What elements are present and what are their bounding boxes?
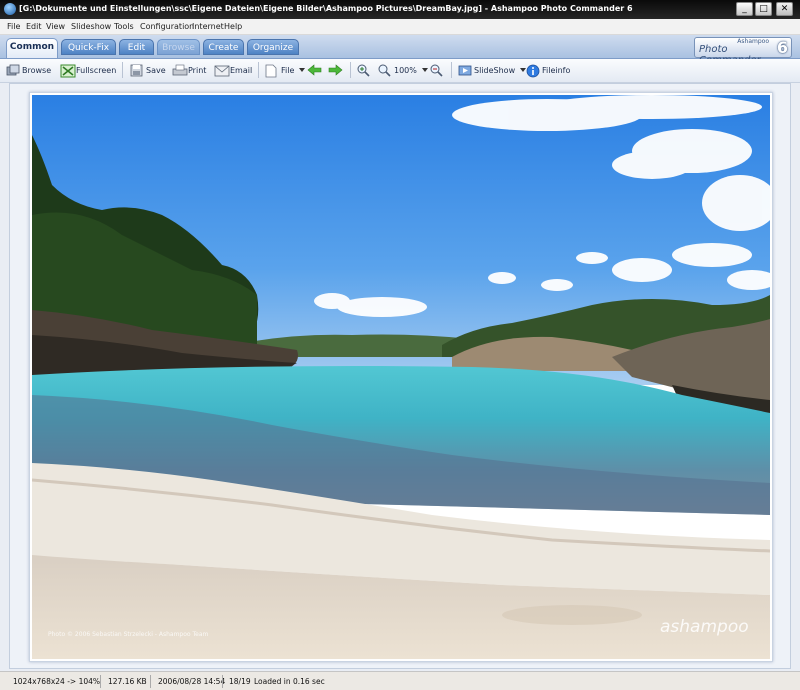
file-menu-button[interactable]: File	[265, 63, 306, 77]
status-dimensions: 1024x768x24 -> 104%	[13, 677, 101, 686]
menu-edit[interactable]: Edit	[26, 22, 42, 31]
browse-button[interactable]: Browse	[6, 63, 51, 77]
menu-tools[interactable]: Tools	[114, 22, 134, 31]
status-file-size: 127.16 KB	[108, 677, 147, 686]
tab-common[interactable]: Common	[6, 38, 58, 58]
photo-frame: Photo © 2006 Sebastian Strzelecki - Asha…	[29, 92, 773, 662]
toolbar-separator	[451, 62, 452, 78]
previous-image-button[interactable]	[307, 63, 322, 77]
photo-image[interactable]: Photo © 2006 Sebastian Strzelecki - Asha…	[32, 95, 770, 659]
maximize-button[interactable]: □	[755, 2, 772, 16]
zoom-level-dropdown[interactable]: 100%	[378, 63, 428, 77]
toolbar-separator	[122, 62, 123, 78]
toolbar-separator	[350, 62, 351, 78]
window-title: [G:\Dokumente und Einstellungen\ssc\Eige…	[19, 4, 633, 13]
save-button[interactable]: Save	[130, 63, 166, 77]
email-icon	[214, 64, 230, 77]
next-image-button[interactable]	[328, 63, 343, 77]
tab-organize[interactable]: Organize	[247, 39, 299, 55]
product-logo: Ashampoo Photo Commander 6	[694, 37, 792, 66]
file-label: File	[281, 65, 295, 75]
zoom-out-icon	[430, 64, 443, 77]
slideshow-label: SlideShow	[474, 65, 516, 75]
info-icon	[526, 64, 540, 77]
tab-create[interactable]: Create	[203, 39, 244, 55]
toolbar-separator	[258, 62, 259, 78]
image-viewer[interactable]: Photo © 2006 Sebastian Strzelecki - Asha…	[9, 83, 791, 669]
status-load-time: Loaded in 0.16 sec	[254, 677, 325, 686]
arrow-right-icon	[328, 63, 343, 77]
status-position: 18/19	[229, 677, 251, 686]
fullscreen-icon	[60, 64, 76, 77]
title-bar: [G:\Dokumente und Einstellungen\ssc\Eige…	[0, 0, 800, 19]
printer-icon	[172, 64, 188, 77]
arrow-left-icon	[307, 63, 322, 77]
fullscreen-label: Fullscreen	[76, 65, 117, 75]
email-label: Email	[230, 65, 253, 75]
slideshow-icon	[458, 64, 472, 77]
fullscreen-button[interactable]: Fullscreen	[60, 63, 116, 77]
ashampoo-watermark: ashampoo	[660, 617, 749, 637]
tab-edit[interactable]: Edit	[119, 39, 154, 55]
email-button[interactable]: Email	[214, 63, 252, 77]
menu-view[interactable]: View	[46, 22, 65, 31]
menu-configuration[interactable]: Configuration	[140, 22, 194, 31]
fileinfo-button[interactable]: Fileinfo	[526, 63, 570, 77]
status-separator	[150, 675, 151, 688]
menu-file[interactable]: File	[7, 22, 20, 31]
zoom-out-button[interactable]	[430, 63, 443, 77]
status-separator	[222, 675, 223, 688]
fileinfo-label: Fileinfo	[542, 65, 571, 75]
status-date: 2006/08/28 14:54	[158, 677, 226, 686]
menu-internet[interactable]: Internet	[192, 22, 224, 31]
save-label: Save	[146, 65, 166, 75]
chevron-down-icon	[299, 68, 306, 72]
menu-slideshow[interactable]: Slideshow	[71, 22, 111, 31]
status-bar: 1024x768x24 -> 104% 127.16 KB 2006/08/28…	[0, 671, 800, 690]
document-icon	[265, 64, 278, 77]
close-button[interactable]: ✕	[776, 2, 793, 16]
zoom-level-value: 100%	[394, 65, 417, 75]
browse-icon	[6, 64, 20, 77]
zoom-in-button[interactable]	[357, 63, 370, 77]
toolbar: Browse Fullscreen Save Print Email File …	[0, 59, 800, 83]
browse-label: Browse	[22, 65, 52, 75]
app-icon[interactable]	[4, 3, 16, 15]
tab-browse: Browse	[157, 39, 200, 55]
actual-size-icon	[378, 64, 391, 77]
minimize-button[interactable]: _	[736, 2, 753, 16]
app-window: [G:\Dokumente und Einstellungen\ssc\Eige…	[0, 0, 800, 690]
chevron-down-icon	[421, 68, 428, 72]
zoom-in-icon	[357, 64, 370, 77]
photo-copyright: Photo © 2006 Sebastian Strzelecki - Asha…	[48, 631, 209, 638]
ribbon-tab-bar: Common Quick-Fix Edit Browse Create Orga…	[0, 35, 800, 66]
logo-version: 6	[776, 38, 788, 57]
print-label: Print	[188, 65, 207, 75]
save-icon	[130, 64, 143, 77]
tab-quick-fix[interactable]: Quick-Fix	[61, 39, 116, 55]
print-button[interactable]: Print	[172, 63, 206, 77]
status-separator	[100, 675, 101, 688]
menu-help[interactable]: Help	[224, 22, 242, 31]
menu-bar: File Edit View Slideshow Tools Configura…	[0, 19, 800, 35]
slideshow-button[interactable]: SlideShow	[458, 63, 527, 77]
